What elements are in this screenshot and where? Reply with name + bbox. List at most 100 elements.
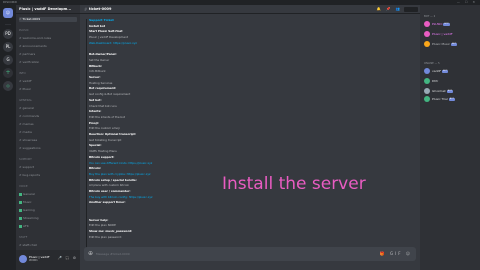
member-name: Plusic Trial BOT — [432, 97, 455, 101]
bot-badge: BOT — [443, 22, 450, 26]
channel-item[interactable]: #partners — [19, 52, 77, 57]
hash-icon: # — [19, 122, 22, 126]
embed-line — [89, 212, 215, 216]
embed-line: Info Bitbuck — [89, 69, 106, 74]
channel-label: AFK — [23, 224, 29, 228]
embed-line: Server help: — [89, 217, 109, 222]
channel-category[interactable]: INFO — [19, 71, 77, 76]
embed-border — [86, 19, 87, 249]
channel-item[interactable]: #welcome-and-rules — [19, 36, 77, 41]
channel-item[interactable]: #verification — [19, 60, 77, 65]
channel-label: Plusic — [22, 87, 32, 91]
channel-item[interactable]: AFK — [19, 224, 77, 229]
hash-icon: # — [19, 87, 22, 91]
embed-line: Bitcoin support: — [89, 154, 115, 159]
server-icon-label: ☺ — [5, 10, 11, 15]
channel-label: support — [22, 165, 35, 169]
channel-item[interactable]: Gaming — [19, 208, 77, 213]
bot-badge: BOT — [442, 69, 449, 73]
hash-icon: # — [19, 79, 22, 83]
search-input[interactable] — [404, 7, 418, 12]
member-item[interactable]: Ghostnet BOT — [424, 87, 478, 95]
channel-item[interactable]: #Ticket-0009 — [19, 17, 77, 22]
embed-line: VAMS Hosting Plans — [89, 149, 117, 154]
hash-icon: # — [19, 138, 22, 142]
channel-item[interactable]: #staff-chat — [19, 243, 77, 248]
composer-icons[interactable]: 🎁 GIF ☺ — [380, 247, 412, 261]
channel-category[interactable]: STAFF — [19, 235, 77, 240]
embed-line: Check that bot runs — [89, 103, 117, 108]
channel-item[interactable]: General — [19, 192, 77, 197]
channel-label: Gaming — [23, 208, 35, 212]
channel-category[interactable]: SUPPORT — [19, 157, 77, 162]
user-controls[interactable]: 🎤 🎧 ⚙ — [58, 256, 77, 260]
server-icon-label: PD — [5, 31, 11, 36]
avatar — [424, 21, 430, 27]
avatar[interactable] — [19, 255, 27, 263]
channel-item[interactable]: #vaddF — [19, 79, 77, 84]
member-item[interactable]: Plusic | vaddF — [424, 30, 478, 38]
embed-line[interactable]: The buy with bitcoin config: https://plu… — [89, 195, 215, 199]
server-header[interactable]: Plusic | vaddF Developm... ▾ — [16, 5, 80, 14]
channel-category[interactable]: GENERAL — [19, 98, 77, 103]
channel-item[interactable]: #Plusic — [19, 87, 77, 92]
speaker-icon — [19, 208, 22, 212]
message-composer: ⊕ 🎁 GIF ☺ — [84, 247, 416, 261]
server-icon-pl[interactable]: PL — [3, 42, 13, 52]
channel-item[interactable]: #support — [19, 165, 77, 170]
channel-label: GENERAL — [19, 98, 33, 102]
message-input[interactable] — [96, 250, 366, 258]
server-icon-gn[interactable]: G — [3, 55, 13, 65]
channel-item[interactable]: #announcements — [19, 44, 77, 49]
bot-badge: BOT — [448, 97, 455, 101]
embed-line: Edit the plan password: — [89, 234, 122, 239]
embed-line — [89, 206, 215, 210]
hash-icon: # — [19, 243, 22, 247]
embed-line: Bitcoin user / commander: — [89, 189, 131, 193]
channel-item[interactable]: #commands — [19, 114, 77, 119]
channel-item[interactable]: #memes — [19, 122, 77, 127]
member-item[interactable]: vaddF BOT — [424, 67, 478, 75]
member-list: BOT — 2 ONLINE — 5 PLUSIC BOT Plusic | vaddF… — [420, 5, 480, 270]
channel-category[interactable]: VOICE — [19, 184, 77, 189]
member-name: PLUSIC BOT — [432, 22, 450, 26]
embed-line[interactable]: Buy the plan with cryptos: https://plusi… — [89, 172, 215, 176]
channel-label: commands — [22, 114, 40, 118]
embed-line — [89, 47, 215, 51]
embed-line: Get config & Bot requirement — [89, 92, 131, 97]
embed-line[interactable]: You can use different kinds: https://plu… — [89, 161, 215, 165]
channel-item[interactable]: #bug-reports — [19, 173, 77, 178]
member-item[interactable]: DMr — [424, 77, 478, 85]
server-icon-pd[interactable]: PD — [3, 29, 13, 39]
header-icons[interactable]: 🔔 📌 👥 — [377, 5, 402, 14]
add-attachment-icon[interactable]: ⊕ — [88, 247, 93, 261]
channel-item[interactable]: #general — [19, 106, 77, 111]
server-icon-explore[interactable]: ◎ — [3, 81, 13, 91]
message-embed: Support Ticket Install bot Start Plusic Se… — [89, 18, 215, 244]
channel-item[interactable]: Music — [19, 200, 77, 205]
server-icon-label: PL — [5, 44, 11, 49]
channel-item[interactable]: Streaming — [19, 216, 77, 221]
avatar — [424, 88, 430, 94]
channel-item[interactable]: #media — [19, 130, 77, 135]
speaker-icon — [19, 216, 22, 220]
user-tag: #0001 — [29, 259, 38, 262]
member-item[interactable]: PLUSIC BOT — [424, 20, 478, 28]
channel-category[interactable]: PLUSIC — [19, 28, 77, 33]
server-icon-add[interactable]: + — [3, 68, 13, 78]
channel-item[interactable]: #suggestions — [19, 146, 77, 151]
member-name: vaddF BOT — [432, 69, 449, 73]
hash-icon: # — [19, 36, 22, 40]
member-item[interactable]: Plusic Music BOT — [424, 40, 478, 48]
channel-item[interactable]: #showcase — [19, 138, 77, 143]
server-separator — [5, 24, 11, 25]
hash-icon: # — [19, 106, 22, 110]
embed-line: Emoji: — [89, 120, 99, 125]
channel-label: Music — [23, 200, 32, 204]
server-icon-home[interactable]: ☺ — [3, 8, 13, 18]
embed-line: Intents: — [89, 109, 102, 114]
member-item[interactable]: Plusic Trial BOT — [424, 95, 478, 103]
embed-line: Set bot: — [89, 97, 102, 102]
chevron-down-icon[interactable]: ▾ — [19, 5, 77, 14]
embed-line[interactable]: Web-Dashboard: https://plusic.xyz — [89, 41, 215, 45]
